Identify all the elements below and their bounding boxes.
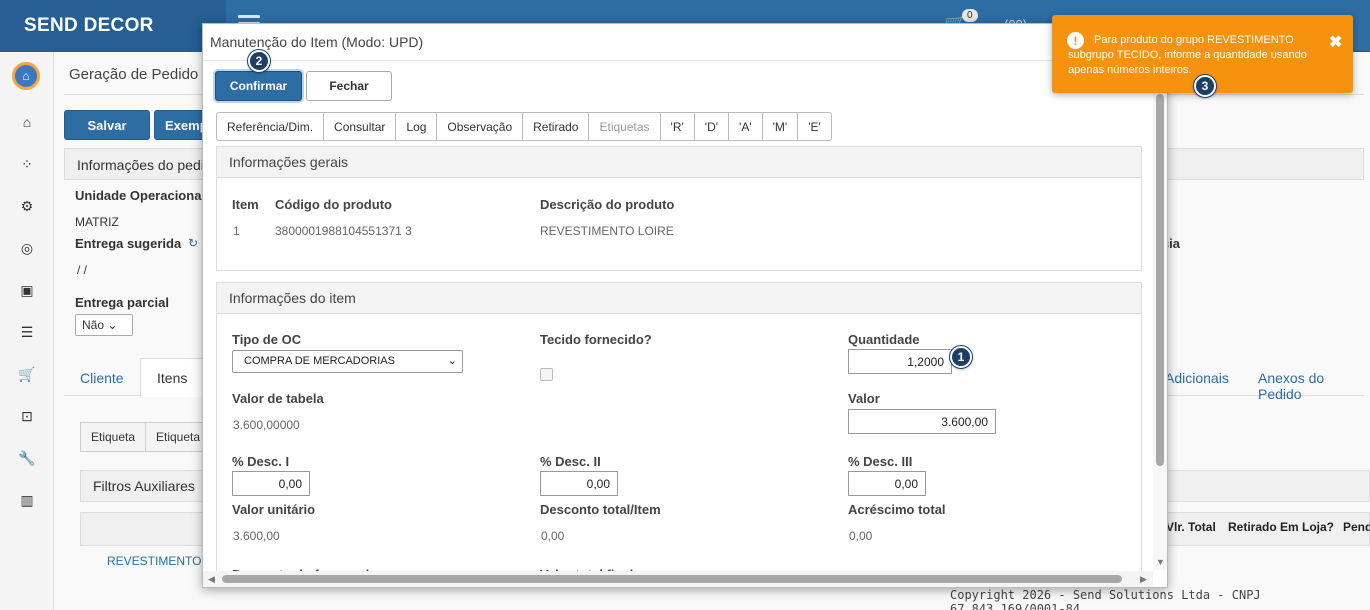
cart-count-badge: 0: [962, 9, 978, 22]
col-total: Vlr. Total: [1166, 520, 1216, 534]
product-code-value: 3800001988104551371 3: [275, 224, 412, 238]
product-code-label: Código do produto: [275, 197, 392, 212]
item-value: 1: [233, 224, 240, 238]
step-badge-1: 1: [950, 346, 972, 368]
brand-logo[interactable]: SEND DECOR: [0, 0, 226, 52]
toast-message: Para produto do grupo REVESTIMENTO subgr…: [1068, 34, 1307, 76]
suggested-delivery-value: / /: [77, 263, 88, 277]
modal-tabs: Referência/Dim. Consultar Log Observação…: [216, 112, 832, 141]
tab-reference[interactable]: Referência/Dim.: [217, 113, 325, 140]
tab-e[interactable]: 'E': [798, 113, 831, 140]
unit-value: MATRIZ: [75, 215, 119, 229]
product-description-label: Descrição do produto: [540, 197, 675, 212]
discount-2-label: % Desc. II: [540, 454, 601, 469]
step-badge-2: 2: [248, 50, 270, 72]
label-button-1[interactable]: Etiqueta: [80, 422, 147, 452]
discount-3-label: % Desc. III: [848, 454, 913, 469]
vertical-scrollbar-thumb[interactable]: [1156, 94, 1164, 466]
fabric-supplied-checkbox[interactable]: [540, 368, 553, 381]
tab-picked[interactable]: Retirado: [523, 113, 590, 140]
item-info-header: Informações do item: [217, 283, 1141, 314]
value-label: Valor: [848, 391, 880, 406]
fabric-supplied-label: Tecido fornecido?: [540, 332, 652, 347]
confirm-button[interactable]: Confirmar: [215, 71, 302, 101]
general-info-header: Informações gerais: [217, 147, 1141, 178]
general-info-section: Informações gerais Item Código do produt…: [216, 146, 1142, 271]
modal-title: Manutenção do Item (Modo: UPD): [210, 34, 424, 50]
value-input[interactable]: [848, 409, 996, 434]
scroll-right-icon[interactable]: ▶: [1140, 574, 1147, 585]
scroll-left-icon[interactable]: ◀: [208, 574, 215, 585]
total-discount-label: Desconto total/Item: [540, 502, 661, 517]
tab-items[interactable]: Itens: [140, 358, 205, 397]
refresh-icon[interactable]: ↻: [188, 236, 198, 250]
tab-labels: Etiquetas: [589, 113, 661, 140]
item-info-section: Informações do item Tipo de OC COMPRA DE…: [216, 282, 1142, 582]
col-picked: Retirado Em Loja?: [1228, 520, 1335, 534]
total-increase-value: 0,00: [849, 529, 873, 543]
quantity-input[interactable]: [848, 349, 952, 374]
scroll-down-icon[interactable]: ▼: [1156, 557, 1165, 567]
tab-a[interactable]: 'A': [729, 113, 763, 140]
spinner-icon[interactable]: ⁘: [17, 154, 37, 174]
partial-delivery-select[interactable]: Não ⌄: [75, 314, 133, 336]
partial-delivery-label: Entrega parcial: [75, 295, 169, 310]
discount-2-input[interactable]: [540, 471, 618, 496]
oc-type-select[interactable]: COMPRA DE MERCADORIAS ⌄: [232, 350, 463, 373]
step-badge-3: 3: [1194, 75, 1216, 97]
sidebar: ⌂ ⌂ ⁘ ⚙ ◎ ▣ ☰ 🛒 ⊡ 🔧 ▥: [0, 52, 54, 610]
col-pending: Pend: [1343, 520, 1370, 534]
tab-consult[interactable]: Consultar: [324, 113, 397, 140]
tab-observation[interactable]: Observação: [437, 113, 524, 140]
footer: Copyright 2026 - Send Solutions Ltda - C…: [950, 588, 1261, 610]
tab-d[interactable]: 'D': [695, 113, 730, 140]
divider: [203, 60, 1167, 61]
discount-1-input[interactable]: [232, 471, 310, 496]
tab-r[interactable]: 'R': [661, 113, 695, 140]
unit-label: Unidade Operacional: [75, 188, 206, 203]
save-button[interactable]: Salvar: [64, 110, 150, 140]
tab-attachments[interactable]: Anexos do Pedido: [1258, 370, 1364, 402]
tab-additional[interactable]: Adicionais: [1165, 370, 1229, 386]
unit-value-label: Valor unitário: [232, 502, 316, 517]
money-icon[interactable]: ▣: [17, 280, 37, 300]
oc-type-label: Tipo de OC: [232, 332, 302, 347]
target-icon[interactable]: ◎: [17, 238, 37, 258]
item-label: Item: [232, 197, 259, 212]
frame-icon[interactable]: ⊡: [17, 406, 37, 426]
tab-client[interactable]: Cliente: [80, 370, 124, 386]
total-increase-label: Acréscimo total: [848, 502, 946, 517]
cart-sidebar-icon[interactable]: 🛒: [17, 364, 37, 384]
page-title: Geração de Pedido: [69, 66, 199, 83]
horizontal-scrollbar-thumb[interactable]: [222, 575, 1122, 583]
discount-1-label: % Desc. I: [232, 454, 290, 469]
wrench-icon[interactable]: 🔧: [17, 448, 37, 468]
chevron-down-icon: ⌄: [447, 355, 457, 367]
item-maintenance-modal: Manutenção do Item (Modo: UPD) Confirmar…: [202, 23, 1168, 588]
total-discount-value: 0,00: [541, 529, 565, 543]
home-icon[interactable]: ⌂: [17, 112, 37, 132]
discount-3-input[interactable]: [848, 471, 926, 496]
tab-m[interactable]: 'M': [763, 113, 799, 140]
home-logo-icon[interactable]: ⌂: [12, 62, 40, 90]
close-icon[interactable]: ✖: [1329, 32, 1342, 52]
product-description-value: REVESTIMENTO LOIRE: [540, 224, 674, 238]
tab-log[interactable]: Log: [396, 113, 438, 140]
bar-chart-icon[interactable]: ▥: [17, 490, 37, 510]
sliders-icon[interactable]: ☰: [17, 322, 37, 342]
close-button[interactable]: Fechar: [306, 71, 392, 101]
table-value: 3.600,00000: [233, 418, 300, 432]
unit-value: 3.600,00: [233, 529, 280, 543]
quantity-label: Quantidade: [848, 332, 920, 347]
table-value-label: Valor de tabela: [232, 391, 324, 406]
gears-icon[interactable]: ⚙: [17, 196, 37, 216]
suggested-delivery-label: Entrega sugerida: [75, 236, 182, 251]
